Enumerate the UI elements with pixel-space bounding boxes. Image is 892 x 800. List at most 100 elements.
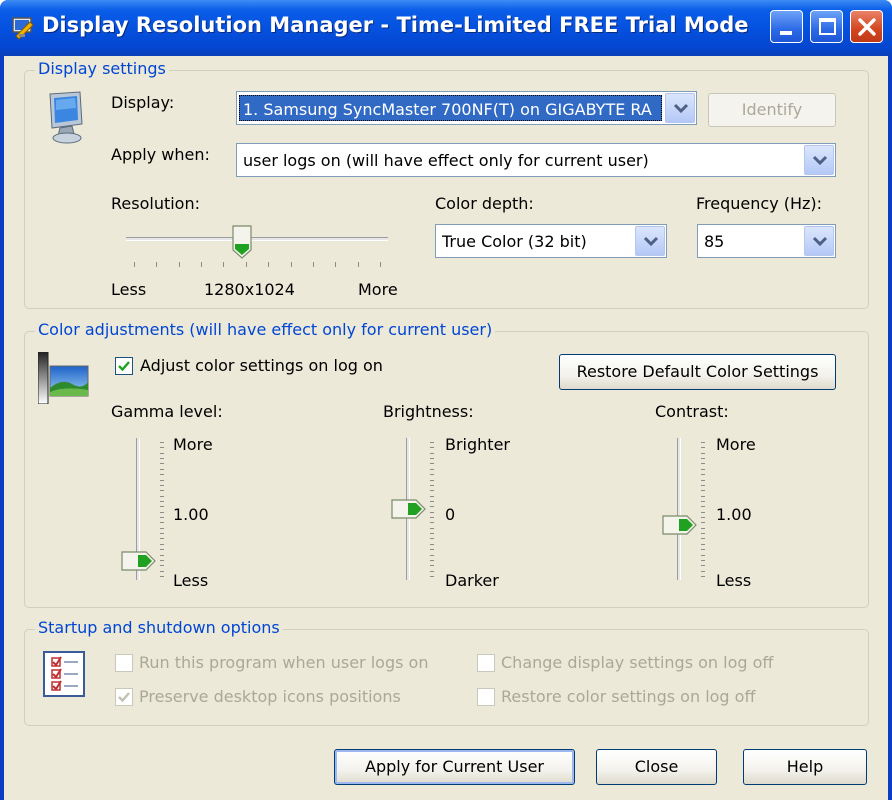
brightness-tick [430,484,434,486]
brightness-tick [430,468,434,470]
gamma-tick [160,463,164,465]
contrast-tick [701,549,705,551]
contrast-tick [701,527,705,529]
frequency-select[interactable]: 85 [697,224,836,258]
help-button[interactable]: Help [743,749,867,785]
resolution-tick [223,262,225,267]
adjust-on-logon-label[interactable]: Adjust color settings on log on [140,356,383,375]
color-image-icon [38,352,89,404]
run-on-logon-checkbox[interactable] [115,654,133,672]
change-on-logoff-checkbox[interactable] [477,654,495,672]
brightness-slider[interactable] [388,434,438,584]
frequency-label: Frequency (Hz): [696,194,823,213]
display-settings-label: Display settings [35,59,169,78]
contrast-tick [701,474,705,476]
brightness-tick [430,522,434,524]
color-depth-label: Color depth: [435,194,534,213]
restore-color-on-logoff-checkbox[interactable] [477,688,495,706]
display-label: Display: [111,93,175,112]
brightness-tick [430,538,434,540]
restore-default-color-button[interactable]: Restore Default Color Settings [559,354,836,390]
brightness-value: 0 [445,505,456,524]
gamma-value: 1.00 [173,505,209,524]
close-button[interactable]: Close [596,749,717,785]
gamma-tick [160,490,164,492]
contrast-tick [701,447,705,449]
contrast-tick [701,463,705,465]
resolution-value: 1280x1024 [204,280,295,299]
apply-when-dropdown-button[interactable] [804,145,834,175]
gamma-tick [160,484,164,486]
brightness-tick [430,576,434,577]
contrast-tick [701,490,705,492]
brightness-slider-thumb[interactable] [390,498,428,520]
brightness-tick [430,500,434,502]
brightness-tick [430,543,434,545]
gamma-tick [160,458,164,460]
maximize-button[interactable] [810,10,843,43]
window-title: Display Resolution Manager - Time-Limite… [42,13,749,37]
contrast-tick [701,576,705,577]
chevron-down-icon [643,236,659,247]
change-on-logoff-label: Change display settings on log off [501,653,774,672]
adjust-on-logon-checkbox[interactable] [115,357,133,375]
minimize-icon [780,31,792,35]
gamma-tick [160,500,164,502]
gamma-slider-thumb[interactable] [120,550,158,572]
minimize-button[interactable] [770,10,803,43]
resolution-slider-thumb[interactable] [231,224,253,260]
brightness-tick [430,565,434,567]
gamma-tick [160,468,164,470]
resolution-label: Resolution: [111,194,200,213]
close-icon [858,18,876,36]
gamma-less-label: Less [173,571,209,590]
display-dropdown-button[interactable] [665,93,695,123]
contrast-tick [701,543,705,545]
contrast-tick [701,495,705,497]
resolution-tick [290,262,292,267]
preserve-icons-label: Preserve desktop icons positions [139,687,401,706]
gamma-slider[interactable] [118,434,168,584]
resolution-tick [335,262,337,267]
identify-button[interactable]: Identify [708,93,836,127]
resolution-less-label: Less [111,280,147,299]
brightness-tick [430,463,434,465]
contrast-slider-track [677,438,681,580]
resolution-tick [245,262,247,267]
brightness-brighter-label: Brighter [445,435,510,454]
brightness-tick [430,527,434,529]
color-depth-select[interactable]: True Color (32 bit) [435,224,667,258]
contrast-tick [701,554,705,556]
chevron-down-icon [812,236,828,247]
contrast-slider-thumb[interactable] [661,514,699,536]
display-select[interactable]: 1. Samsung SyncMaster 700NF(T) on GIGABY… [236,91,697,125]
contrast-more-label: More [716,435,756,454]
brightness-tick [430,474,434,476]
contrast-slider[interactable] [659,434,709,584]
color-depth-value: True Color (32 bit) [442,232,587,251]
apply-for-current-user-button[interactable]: Apply for Current User [334,749,575,785]
color-adjustments-label: Color adjustments (will have effect only… [35,320,496,339]
gamma-tick [160,442,164,443]
contrast-tick [701,484,705,486]
gamma-tick [160,538,164,540]
gamma-tick [160,522,164,524]
color-depth-dropdown-button[interactable] [635,226,665,256]
resolution-tick [380,262,381,267]
gamma-label: Gamma level: [111,402,223,421]
resolution-slider[interactable] [122,224,394,274]
startup-options-label: Startup and shutdown options [35,618,283,637]
contrast-tick [701,452,705,454]
close-window-button[interactable] [850,10,883,43]
preserve-icons-checkbox[interactable] [115,688,133,706]
resolution-tick [156,262,158,267]
contrast-tick [701,458,705,460]
app-window: Display Resolution Manager - Time-Limite… [0,0,892,800]
resolution-tick [268,262,270,267]
maximize-icon [819,18,836,35]
frequency-dropdown-button[interactable] [804,226,834,256]
gamma-tick [160,479,164,481]
resolution-tick [201,262,203,267]
apply-when-select[interactable]: user logs on (will have effect only for … [236,143,836,177]
title-bar[interactable]: Display Resolution Manager - Time-Limite… [0,0,892,56]
